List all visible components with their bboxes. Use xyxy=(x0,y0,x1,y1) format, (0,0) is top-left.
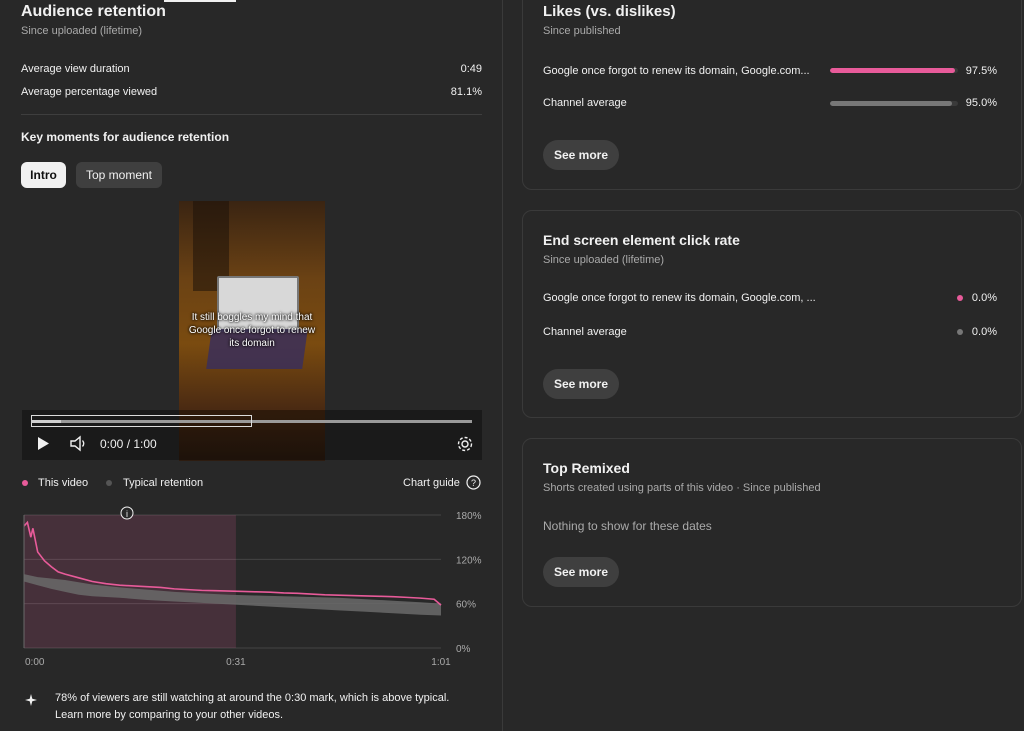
settings-gear-icon[interactable] xyxy=(456,435,474,453)
likes-see-more-button[interactable]: See more xyxy=(543,140,619,170)
volume-icon[interactable] xyxy=(70,435,88,452)
retention-chart: 180% 120% 60% 0% 0:00 0:31 1:01 i xyxy=(23,506,482,668)
likes-row-channel-value: 95.0% xyxy=(965,97,997,109)
top-remixed-subtitle: Shorts created using parts of this video… xyxy=(543,482,821,494)
y-tick-label: 0% xyxy=(456,644,471,655)
y-tick-label: 120% xyxy=(456,555,482,566)
top-remixed-empty-text: Nothing to show for these dates xyxy=(543,519,712,533)
likes-subtitle: Since published xyxy=(543,25,621,37)
player-selection-range[interactable] xyxy=(31,415,252,427)
info-icon[interactable]: i xyxy=(120,506,134,520)
legend-typical-dot xyxy=(106,480,112,486)
sparkle-icon xyxy=(25,694,37,706)
play-icon[interactable] xyxy=(36,436,50,451)
end-screen-row-video-label: Google once forgot to renew its domain, … xyxy=(543,292,816,304)
likes-row-channel-bar-fill xyxy=(830,101,952,106)
legend-this-video-dot xyxy=(22,480,28,486)
end-screen-row-channel-value: 0.0% xyxy=(971,326,997,338)
svg-text:i: i xyxy=(126,509,128,519)
svg-text:?: ? xyxy=(471,478,476,488)
likes-row-channel-bar xyxy=(830,101,958,106)
insight-text: 78% of viewers are still watching at aro… xyxy=(55,692,450,721)
avg-percentage-viewed-label: Average percentage viewed xyxy=(21,86,158,98)
key-moments-title: Key moments for audience retention xyxy=(21,130,230,144)
likes-row-video-value: 97.5% xyxy=(965,65,997,77)
avg-view-duration-label: Average view duration xyxy=(21,63,130,75)
likes-row-video-bar-fill xyxy=(830,68,955,73)
end-screen-row-channel-label: Channel average xyxy=(543,326,627,338)
x-tick-label: 0:00 xyxy=(25,657,45,668)
y-tick-label: 180% xyxy=(456,511,482,522)
player-progress-fill xyxy=(31,420,61,423)
help-circle-icon[interactable]: ? xyxy=(466,475,481,490)
audience-retention-title: Audience retention xyxy=(21,3,166,20)
x-tick-labels: 0:00 0:31 1:01 xyxy=(25,657,451,668)
top-remixed-see-more-button[interactable]: See more xyxy=(543,557,619,587)
y-tick-labels: 180% 120% 60% 0% xyxy=(456,511,482,655)
likes-row-video-bar xyxy=(830,68,958,73)
video-caption: It still boggles my mind that Google onc… xyxy=(188,312,316,349)
chart-guide-link[interactable]: Chart guide xyxy=(403,477,460,489)
chip-intro[interactable]: Intro xyxy=(21,162,66,188)
likes-title: Likes (vs. dislikes) xyxy=(543,3,676,20)
x-tick-label: 1:01 xyxy=(431,657,451,668)
end-screen-see-more-button[interactable]: See more xyxy=(543,369,619,399)
avg-percentage-viewed-value: 81.1% xyxy=(450,86,482,98)
top-remixed-title: Top Remixed xyxy=(543,460,630,476)
end-screen-title: End screen element click rate xyxy=(543,232,740,248)
x-tick-label: 0:31 xyxy=(226,657,246,668)
likes-row-channel-label: Channel average xyxy=(543,97,627,109)
y-tick-label: 60% xyxy=(456,600,476,611)
legend-typical-retention: Typical retention xyxy=(123,477,204,489)
legend-this-video: This video xyxy=(38,477,89,489)
tab-indicator xyxy=(164,0,236,2)
chip-top-moment[interactable]: Top moment xyxy=(76,162,162,188)
likes-row-video-label: Google once forgot to renew its domain, … xyxy=(543,65,810,77)
end-screen-subtitle: Since uploaded (lifetime) xyxy=(543,254,665,266)
column-divider xyxy=(502,0,503,731)
end-screen-row-video-value: 0.0% xyxy=(971,292,997,304)
audience-retention-subtitle: Since uploaded (lifetime) xyxy=(21,25,143,37)
player-time: 0:00 / 1:00 xyxy=(100,437,157,451)
section-divider xyxy=(21,114,482,115)
avg-view-duration-value: 0:49 xyxy=(460,63,482,75)
